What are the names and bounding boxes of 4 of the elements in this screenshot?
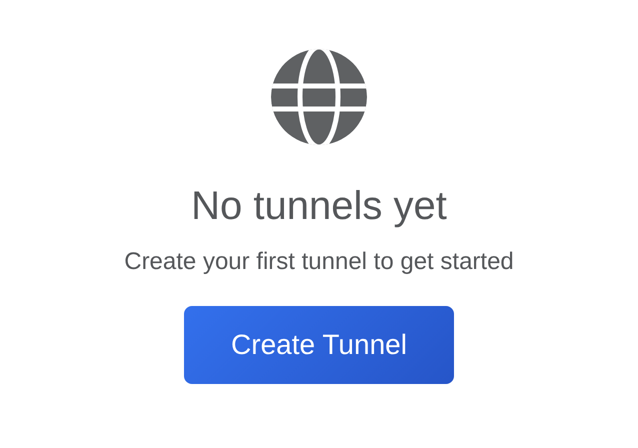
create-tunnel-button[interactable]: Create Tunnel [184, 306, 454, 384]
empty-state-message: Create your first tunnel to get started [124, 247, 514, 277]
empty-state-title: No tunnels yet [191, 183, 447, 230]
globe-icon [271, 49, 367, 145]
